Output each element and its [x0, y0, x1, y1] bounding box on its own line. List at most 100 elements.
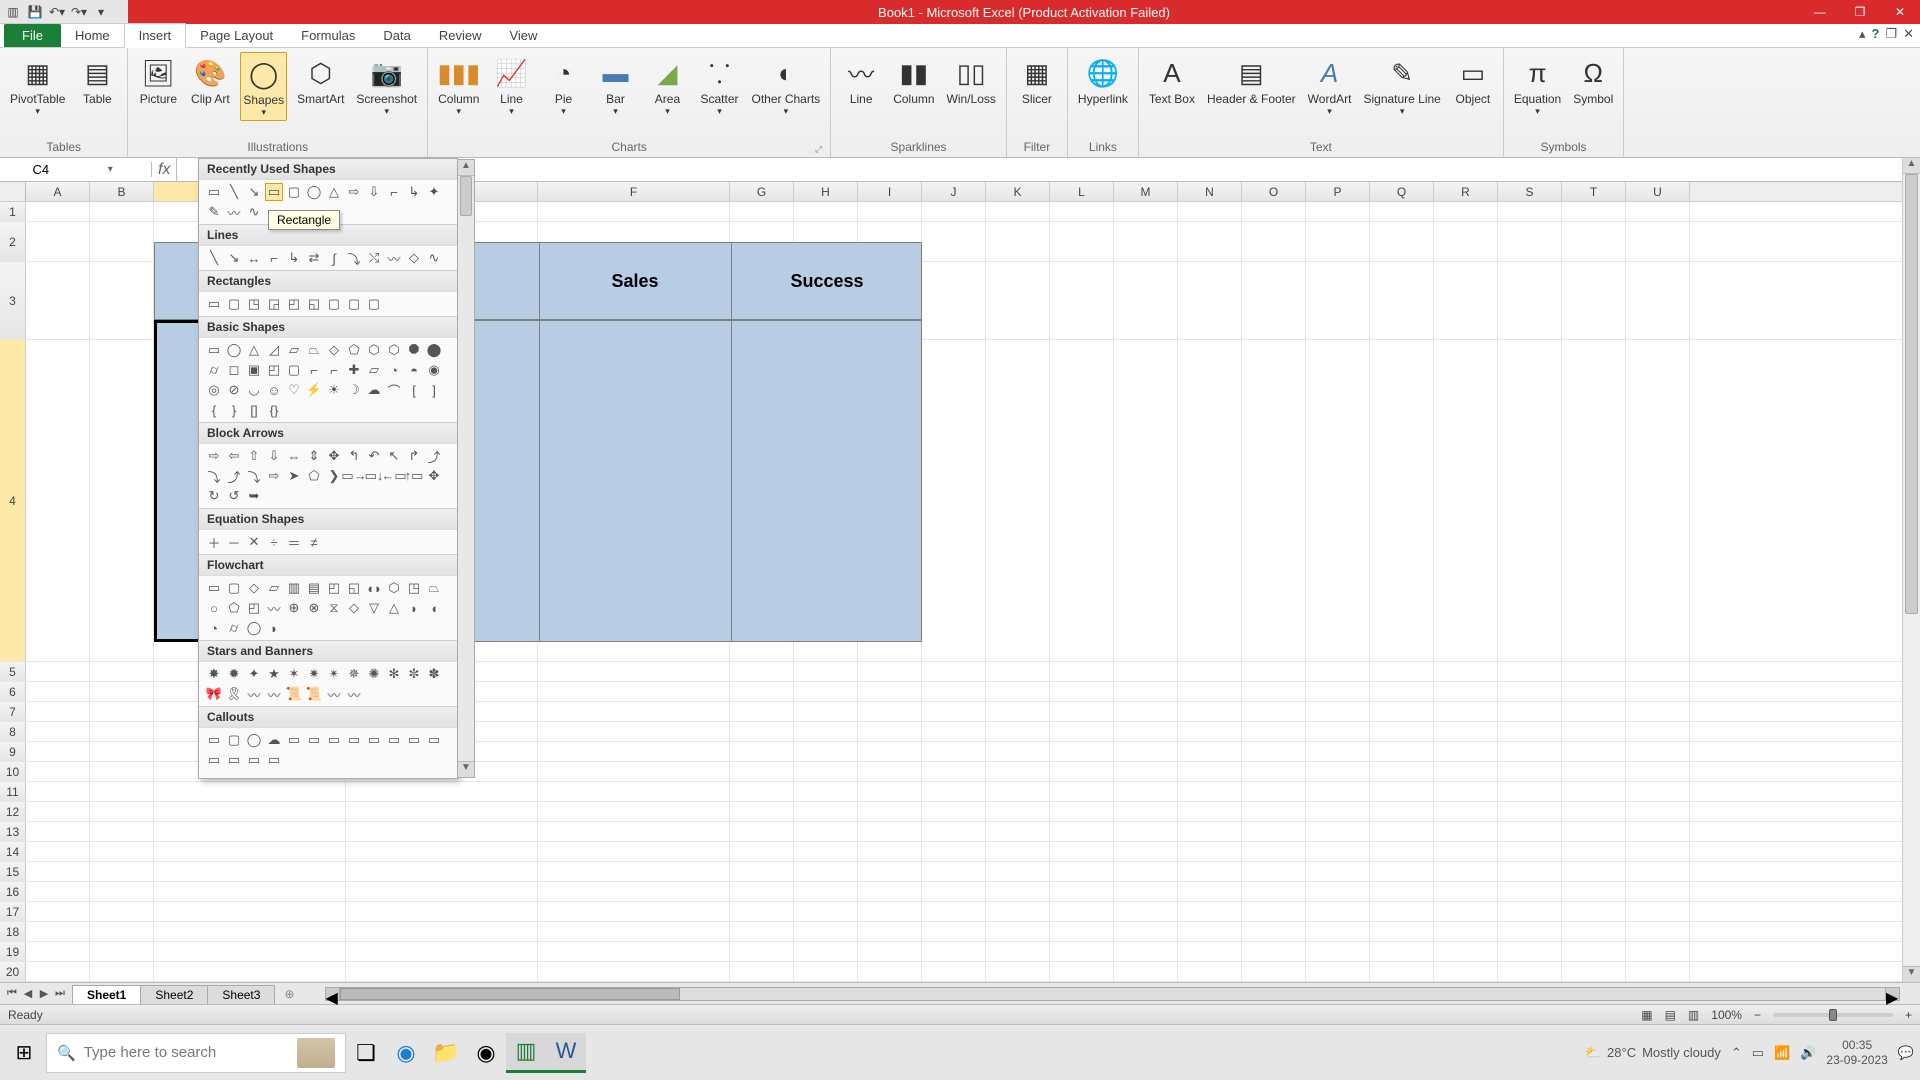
smartart-button[interactable]: ⬡SmartArt — [295, 52, 346, 108]
cell[interactable] — [794, 722, 858, 741]
shape-elbow-icon[interactable]: ⌐ — [385, 183, 403, 201]
col-header-i[interactable]: I — [858, 182, 922, 201]
cell[interactable] — [730, 702, 794, 721]
shape-rounded-rect-icon[interactable]: ▢ — [285, 183, 303, 201]
shape-rectangle-icon[interactable]: ▭ — [265, 183, 283, 201]
shape-multidoc-icon[interactable]: ◱ — [345, 579, 363, 597]
cell[interactable] — [1242, 682, 1306, 701]
cell[interactable] — [1498, 802, 1562, 821]
cell[interactable] — [26, 882, 90, 901]
task-view-icon[interactable]: ❏ — [346, 1033, 386, 1073]
cell[interactable] — [730, 842, 794, 861]
shape-left-brace-icon[interactable]: { — [205, 401, 223, 419]
cell[interactable] — [1242, 722, 1306, 741]
col-header-j[interactable]: J — [922, 182, 986, 201]
shape-collate-icon[interactable]: ⧖ — [325, 599, 343, 617]
cell[interactable] — [1242, 662, 1306, 681]
cell[interactable] — [922, 662, 986, 681]
cell[interactable] — [26, 722, 90, 741]
cell[interactable] — [1626, 902, 1690, 921]
sheet-tab-2[interactable]: Sheet2 — [140, 985, 208, 1004]
shape-merge-icon[interactable]: △ — [385, 599, 403, 617]
cell[interactable] — [730, 742, 794, 761]
cell[interactable] — [1242, 882, 1306, 901]
area-chart-button[interactable]: ◢Area▾ — [645, 52, 689, 119]
shape-elbow-double-arrow-icon[interactable]: ⇄ — [305, 249, 323, 267]
cell[interactable] — [922, 802, 986, 821]
cell[interactable] — [858, 842, 922, 861]
cell[interactable] — [1434, 682, 1498, 701]
shape-diamond-icon[interactable]: ◇ — [325, 341, 343, 359]
sparkline-winloss-button[interactable]: ▯▯Win/Loss — [945, 52, 998, 108]
shape-line-callout1-icon[interactable]: ▭ — [285, 731, 303, 749]
shape-terminator-icon[interactable]: ◖◗ — [365, 579, 383, 597]
cell[interactable] — [794, 742, 858, 761]
cell[interactable] — [986, 222, 1050, 261]
cell[interactable] — [1306, 902, 1370, 921]
cell[interactable] — [986, 902, 1050, 921]
row-header-7[interactable]: 7 — [0, 702, 26, 721]
cell[interactable] — [1562, 862, 1626, 881]
cell[interactable] — [1306, 922, 1370, 941]
cell[interactable] — [1114, 202, 1178, 221]
start-button[interactable]: ⊞ — [6, 1035, 42, 1071]
scroll-up-icon[interactable]: ▲ — [1903, 158, 1920, 174]
cell[interactable] — [1306, 942, 1370, 961]
row-header-1[interactable]: 1 — [0, 202, 26, 221]
cell[interactable] — [1562, 762, 1626, 781]
cell[interactable] — [858, 742, 922, 761]
shape-curved-up-arrow-icon[interactable]: ⤴ — [225, 467, 243, 485]
cell[interactable] — [1562, 702, 1626, 721]
shape-border-callout2-icon[interactable]: ▭ — [225, 751, 243, 769]
cell[interactable] — [794, 922, 858, 941]
cell[interactable] — [1626, 782, 1690, 801]
cell[interactable] — [538, 922, 730, 941]
view-page-break-icon[interactable]: ▥ — [1688, 1008, 1699, 1022]
row-header-16[interactable]: 16 — [0, 882, 26, 901]
symbol-button[interactable]: ΩSymbol — [1571, 52, 1615, 108]
cell[interactable] — [1498, 762, 1562, 781]
cell[interactable] — [1306, 202, 1370, 221]
cell[interactable] — [90, 262, 154, 339]
col-header-s[interactable]: S — [1498, 182, 1562, 201]
cell[interactable] — [794, 942, 858, 961]
cell[interactable] — [1498, 862, 1562, 881]
cell[interactable] — [986, 682, 1050, 701]
cell[interactable] — [794, 702, 858, 721]
cell[interactable] — [1242, 942, 1306, 961]
shape-right-arrow-icon[interactable]: ⇨ — [345, 183, 363, 201]
cell[interactable] — [1562, 742, 1626, 761]
cell[interactable] — [26, 222, 90, 261]
cell[interactable] — [26, 782, 90, 801]
row-header-18[interactable]: 18 — [0, 922, 26, 941]
shape-offpage-icon[interactable]: ⬠ — [225, 599, 243, 617]
shape-elbow-arrow-connector-icon[interactable]: ↳ — [285, 249, 303, 267]
cell[interactable] — [1050, 662, 1114, 681]
cell[interactable] — [1370, 962, 1434, 981]
cell[interactable] — [922, 782, 986, 801]
cell[interactable] — [26, 682, 90, 701]
cell[interactable] — [1626, 882, 1690, 901]
sheet-nav-last[interactable]: ⏭ — [52, 987, 68, 1000]
cell[interactable] — [1178, 782, 1242, 801]
excel-icon[interactable]: ▥ — [4, 3, 22, 21]
sheet-nav-next[interactable]: ▶ — [36, 987, 52, 1000]
cell[interactable] — [346, 882, 538, 901]
cell[interactable] — [1178, 202, 1242, 221]
shape-ribbon-down-icon[interactable]: 🎗 — [225, 685, 243, 703]
cell[interactable] — [922, 222, 986, 261]
shape-elbow-connector-icon[interactable]: ⌐ — [265, 249, 283, 267]
cell[interactable] — [154, 962, 346, 981]
cell[interactable] — [1114, 662, 1178, 681]
cell[interactable] — [730, 922, 794, 941]
cell[interactable] — [1626, 262, 1690, 339]
cell[interactable] — [1626, 762, 1690, 781]
shape-display-icon[interactable]: ◗ — [265, 619, 283, 637]
view-page-layout-icon[interactable]: ▤ — [1665, 1008, 1676, 1022]
shape-bent-up-arrow-icon[interactable]: ↱ — [405, 447, 423, 465]
shape-uturn-arrow-icon[interactable]: ↶ — [365, 447, 383, 465]
cell[interactable] — [794, 962, 858, 981]
shape-multiply-icon[interactable]: ✕ — [245, 533, 263, 551]
cell[interactable] — [1306, 882, 1370, 901]
wifi-icon[interactable]: 📶 — [1774, 1045, 1790, 1061]
